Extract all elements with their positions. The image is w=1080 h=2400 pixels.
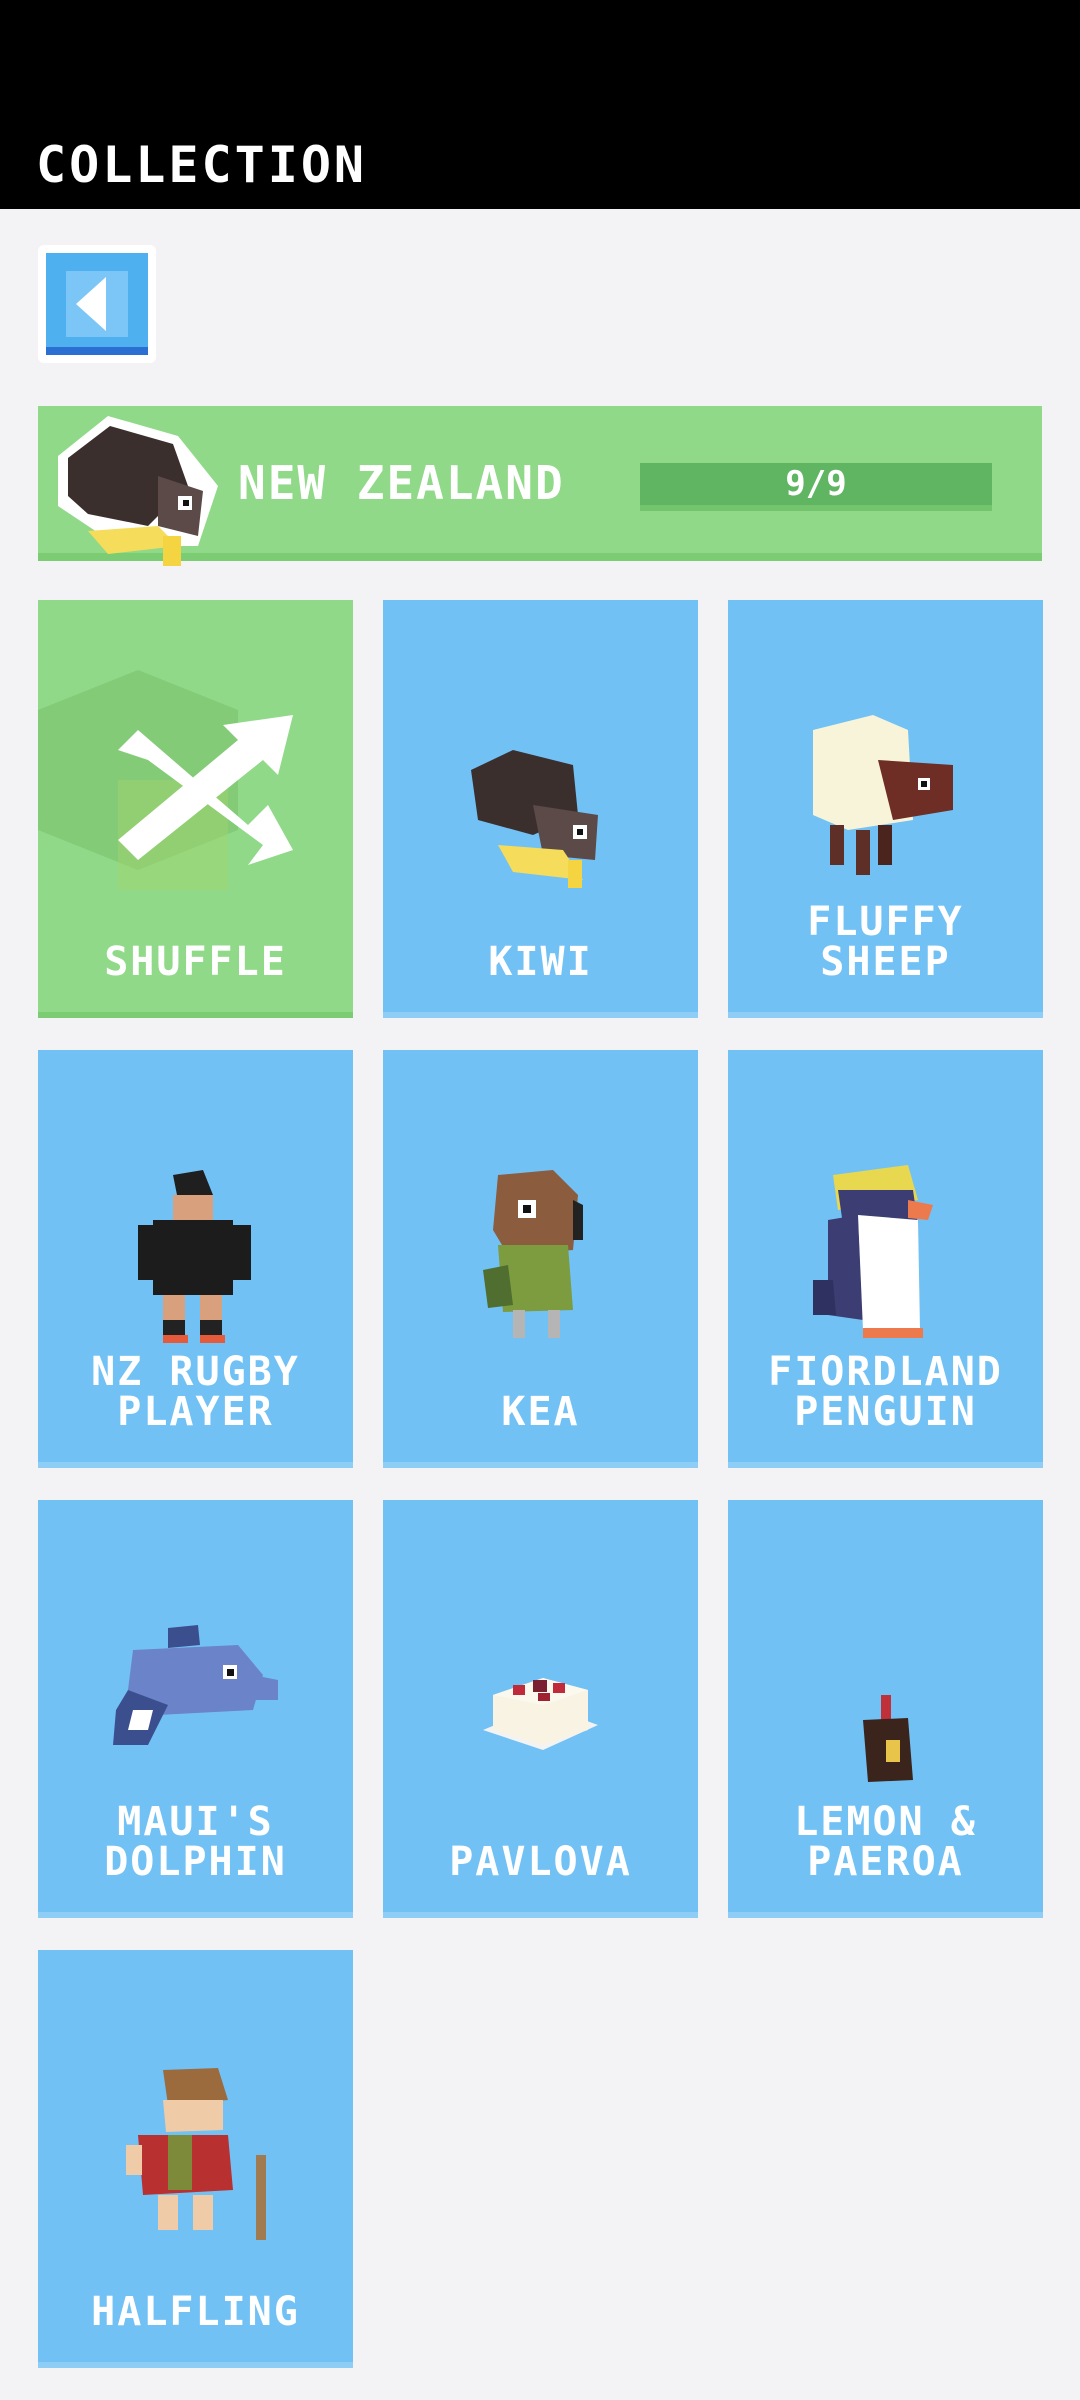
character-card-halfling[interactable]: HALFLING bbox=[38, 1950, 353, 2368]
character-card-kea[interactable]: KEA bbox=[383, 1050, 698, 1468]
bottle-icon bbox=[863, 1695, 913, 1782]
back-button-face[interactable] bbox=[46, 253, 148, 355]
page-title: COLLECTION bbox=[36, 136, 368, 194]
sheep-icon bbox=[813, 715, 953, 875]
collection-progress-bar: 9/9 bbox=[640, 463, 992, 511]
halfling-icon bbox=[126, 2068, 266, 2240]
character-card-kiwi[interactable]: KIWI bbox=[383, 600, 698, 1018]
shuffle-icon bbox=[38, 670, 293, 890]
kiwi-bird-icon bbox=[58, 416, 218, 566]
character-label: KIWI bbox=[488, 939, 593, 985]
region-banner: NEW ZEALAND 9/9 bbox=[38, 406, 1042, 566]
character-card-mauis-dolphin[interactable]: MAUI'S DOLPHIN bbox=[38, 1500, 353, 1918]
character-label: FIORDLAND PENGUIN bbox=[768, 1349, 1003, 1435]
character-card-lemon-paeroa[interactable]: LEMON & PAEROA bbox=[728, 1500, 1043, 1918]
dolphin-icon bbox=[113, 1625, 278, 1745]
kiwi-bird-icon bbox=[471, 750, 598, 888]
pavlova-icon bbox=[483, 1678, 598, 1750]
character-card-nz-rugby-player[interactable]: NZ RUGBY PLAYER bbox=[38, 1050, 353, 1468]
character-label: SHUFFLE bbox=[104, 939, 287, 985]
top-bar: COLLECTION bbox=[0, 0, 1080, 209]
progress-count: 9/9 bbox=[785, 464, 847, 504]
character-card-fiordland-penguin[interactable]: FIORDLAND PENGUIN bbox=[728, 1050, 1043, 1468]
back-arrow-icon bbox=[66, 271, 128, 337]
penguin-icon bbox=[813, 1165, 933, 1338]
character-label: KEA bbox=[501, 1389, 580, 1435]
character-card-pavlova[interactable]: PAVLOVA bbox=[383, 1500, 698, 1918]
character-label: FLUFFY SHEEP bbox=[807, 899, 964, 985]
back-button[interactable] bbox=[38, 245, 156, 363]
character-label: MAUI'S DOLPHIN bbox=[104, 1799, 287, 1885]
character-label: NZ RUGBY PLAYER bbox=[91, 1349, 300, 1435]
region-name: NEW ZEALAND bbox=[238, 456, 565, 510]
character-card-shuffle[interactable]: SHUFFLE bbox=[38, 600, 353, 1018]
rugby-player-icon bbox=[138, 1170, 251, 1343]
character-card-fluffy-sheep[interactable]: FLUFFY SHEEP bbox=[728, 600, 1043, 1018]
character-label: LEMON & PAEROA bbox=[794, 1799, 977, 1885]
character-label: PAVLOVA bbox=[449, 1839, 632, 1885]
character-label: HALFLING bbox=[91, 2289, 300, 2335]
kea-parrot-icon bbox=[483, 1170, 583, 1338]
